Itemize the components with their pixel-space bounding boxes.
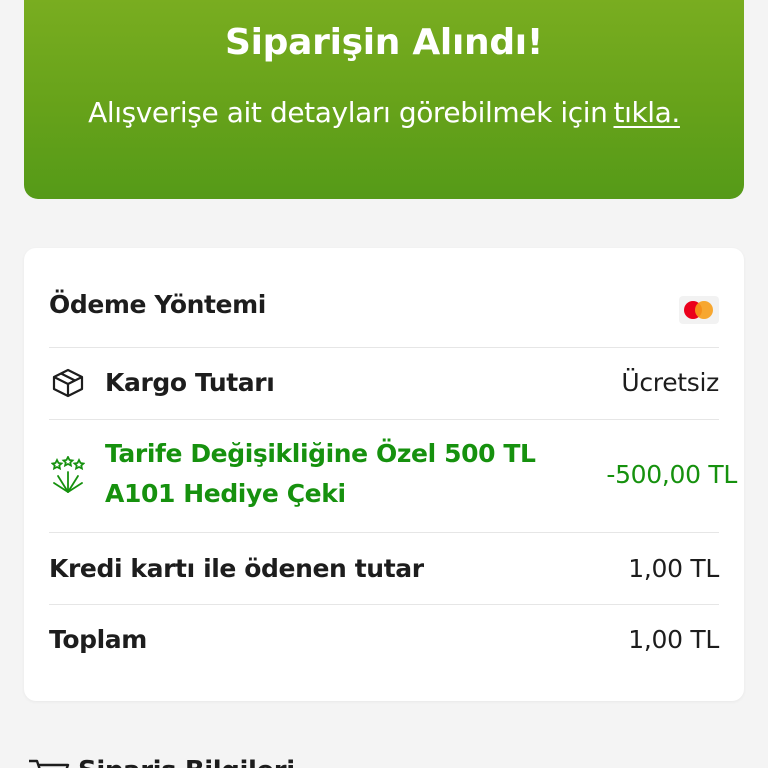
order-summary-card: Ödeme Yöntemi Kargo Tutarı Ücretsiz Tari… — [24, 248, 744, 701]
total-row: Toplam 1,00 TL — [49, 604, 719, 676]
banner-title: Siparişin Alındı! — [225, 22, 543, 63]
gift-voucher-label-line1: Tarife Değişikliğine Özel 500 TL — [105, 439, 536, 468]
gift-voucher-value: -500,00 TL — [606, 460, 737, 489]
shipping-label: Kargo Tutarı — [105, 368, 275, 397]
shipping-row: Kargo Tutarı Ücretsiz — [49, 347, 719, 420]
banner-subtitle-text: Alışverişe ait detayları görebilmek için — [88, 96, 608, 129]
credit-card-amount-row: Kredi kartı ile ödenen tutar 1,00 TL — [49, 532, 719, 605]
total-label: Toplam — [49, 625, 147, 654]
cart-icon — [29, 759, 70, 768]
gift-voucher-label-line2: A101 Hediye Çeki — [105, 479, 346, 508]
order-received-banner: Siparişin Alındı! Alışverişe ait detayla… — [24, 0, 744, 199]
box-icon — [52, 368, 84, 398]
credit-card-amount-value: 1,00 TL — [628, 554, 719, 583]
banner-subtitle: Alışverişe ait detayları görebilmek için… — [24, 96, 744, 129]
mastercard-icon — [679, 296, 719, 324]
gift-voucher-row: Tarife Değişikliğine Özel 500 TL A101 He… — [49, 419, 737, 533]
order-info-section-header[interactable]: Sipariş Bilgileri — [28, 752, 428, 768]
celebration-icon — [51, 456, 85, 493]
total-value: 1,00 TL — [628, 625, 719, 654]
shipping-value: Ücretsiz — [621, 368, 719, 397]
order-details-link[interactable]: tıkla. — [614, 96, 681, 129]
payment-method-row: Ödeme Yöntemi — [49, 248, 719, 348]
credit-card-amount-label: Kredi kartı ile ödenen tutar — [49, 554, 424, 583]
payment-method-label: Ödeme Yöntemi — [49, 290, 266, 319]
order-confirmation-page: Siparişin Alındı! Alışverişe ait detayla… — [0, 0, 768, 768]
order-info-title: Sipariş Bilgileri — [78, 756, 295, 768]
